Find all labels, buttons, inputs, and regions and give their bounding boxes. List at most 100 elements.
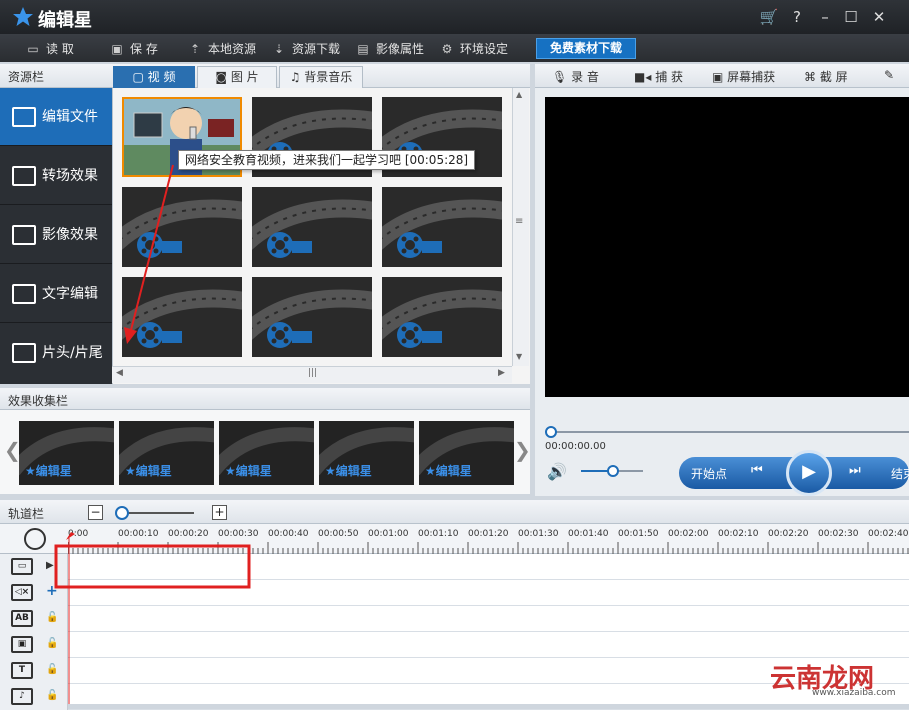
video-properties-button[interactable]: ▤ 影像属性 bbox=[356, 40, 424, 58]
unlock-icon[interactable]: 🔓 bbox=[46, 612, 58, 623]
film-reel-icon bbox=[252, 187, 372, 267]
cart-icon[interactable]: 🛒 bbox=[758, 6, 780, 28]
scroll-right-icon[interactable]: ❯ bbox=[514, 438, 531, 462]
text-track-icon[interactable]: T bbox=[11, 662, 33, 679]
ruler-tick-label: 00:01:10 bbox=[418, 529, 459, 539]
expand-icon[interactable]: ▶ bbox=[46, 560, 56, 571]
ruler-tick-label: 00:01:20 bbox=[468, 529, 509, 539]
volume-icon[interactable]: 🔊 bbox=[547, 462, 567, 481]
video-icon: ▢ bbox=[132, 70, 148, 84]
screen-capture-button[interactable]: ▣ 屏幕捕获 bbox=[712, 68, 775, 85]
ruler-tick-label: 00:01:30 bbox=[518, 529, 559, 539]
track-header: ▭ ▶ bbox=[0, 554, 68, 580]
timeline-ruler[interactable]: 0:00 00:00:10 00:00:20 00:00:30 00:00:40 00:0… bbox=[0, 524, 909, 554]
tab-video[interactable]: ▢ 视 频 bbox=[113, 66, 195, 88]
effect-thumbnail-label: ★编辑星 bbox=[125, 464, 172, 478]
end-point-button[interactable]: 结束点 bbox=[891, 465, 909, 482]
close-icon[interactable]: ✕ bbox=[868, 6, 890, 28]
volume-slider[interactable] bbox=[579, 464, 645, 478]
ruler-tick-label: 00:02:30 bbox=[818, 529, 859, 539]
minimize-icon[interactable]: – bbox=[814, 6, 836, 28]
video-thumbnail[interactable] bbox=[252, 277, 372, 357]
effect-thumbnail-label: ★编辑星 bbox=[225, 464, 272, 478]
tab-image[interactable]: ◙ 图 片 bbox=[197, 66, 277, 88]
ruler-tick-label: 00:00:40 bbox=[268, 529, 309, 539]
track-row[interactable]: AB 🔓 bbox=[0, 606, 909, 632]
folder-open-icon: ▭ bbox=[27, 42, 39, 56]
ruler-tick-label: 00:01:40 bbox=[568, 529, 609, 539]
music-track-icon[interactable]: ♪ bbox=[11, 688, 33, 705]
open-button[interactable]: ▭ 读 取 bbox=[26, 40, 74, 58]
zoom-out-button[interactable]: − bbox=[88, 505, 103, 520]
save-icon: ▣ bbox=[111, 42, 123, 56]
track-header: ◁× + bbox=[0, 580, 68, 606]
effect-thumbnail[interactable]: ★编辑星 bbox=[219, 421, 314, 485]
track-header: T 🔓 bbox=[0, 658, 68, 684]
track-row[interactable]: ▭ ▶ bbox=[0, 554, 909, 580]
film-reel-icon bbox=[382, 187, 502, 267]
unlock-icon[interactable]: 🔓 bbox=[46, 638, 58, 649]
track-header: AB 🔓 bbox=[0, 606, 68, 632]
effect-thumbnail[interactable]: ★编辑星 bbox=[19, 421, 114, 485]
sidebar-item-intro-outro[interactable]: 片头/片尾 bbox=[0, 324, 112, 382]
track-row[interactable]: ◁× + bbox=[0, 580, 909, 606]
effect-thumbnail-label: ★编辑星 bbox=[25, 464, 72, 478]
screenshot-button[interactable]: ⌘ 截 屏 bbox=[804, 68, 848, 85]
music-icon: ♫ bbox=[289, 70, 305, 84]
effect-thumbnail-label: ★编辑星 bbox=[325, 464, 372, 478]
audio-mute-icon[interactable]: ◁× bbox=[11, 584, 33, 601]
camera-icon: ◙ bbox=[215, 70, 231, 84]
prev-frame-icon[interactable]: ⏮ bbox=[751, 463, 763, 478]
local-resource-button[interactable]: ⇡ 本地资源 bbox=[188, 40, 256, 58]
effect-track-icon[interactable]: ▣ bbox=[11, 636, 33, 653]
next-frame-icon[interactable]: ⏭ bbox=[849, 463, 861, 478]
film-reel-icon bbox=[382, 277, 502, 357]
video-thumbnail[interactable] bbox=[382, 277, 502, 357]
video-track-icon[interactable]: ▭ bbox=[11, 558, 33, 575]
resource-panel-title: 资源栏 bbox=[8, 70, 45, 84]
ab-transition-track-icon[interactable]: AB bbox=[11, 610, 33, 627]
capture-button[interactable]: ■◂ 捕 获 bbox=[634, 68, 683, 85]
ruler-tick-label: 0:00 bbox=[68, 529, 89, 539]
help-icon[interactable]: ? bbox=[786, 6, 808, 28]
zoom-slider[interactable] bbox=[112, 504, 196, 522]
star-logo-icon bbox=[13, 7, 33, 26]
video-thumbnail[interactable] bbox=[122, 187, 242, 267]
effect-thumbnail[interactable]: ★编辑星 bbox=[319, 421, 414, 485]
effect-thumbnail[interactable]: ★编辑星 bbox=[119, 421, 214, 485]
video-thumbnail[interactable] bbox=[252, 187, 372, 267]
brush-button[interactable]: ✎ bbox=[884, 68, 894, 82]
sidebar-item-edit-file[interactable]: 编辑文件 bbox=[0, 88, 112, 146]
resource-download-button[interactable]: ⇣ 资源下载 bbox=[272, 40, 340, 58]
sidebar-item-transition[interactable]: 转场效果 bbox=[0, 147, 112, 205]
video-thumbnail[interactable] bbox=[382, 187, 502, 267]
ruler-tick-label: 00:00:20 bbox=[168, 529, 209, 539]
maximize-icon[interactable]: ☐ bbox=[840, 6, 862, 28]
settings-button[interactable]: ⚙ 环境设定 bbox=[440, 40, 508, 58]
play-icon[interactable]: ▶ bbox=[786, 450, 832, 496]
vertical-scrollbar[interactable]: ▲ ≡ ▼ bbox=[512, 88, 529, 366]
start-point-button[interactable]: 开始点 bbox=[691, 465, 727, 482]
sidebar-item-text-edit[interactable]: 文字编辑 bbox=[0, 265, 112, 323]
track-row[interactable]: ▣ 🔓 bbox=[0, 632, 909, 658]
zoom-in-button[interactable]: + bbox=[212, 505, 227, 520]
monitor-icon: ▣ bbox=[712, 70, 728, 84]
effect-thumbnail[interactable]: ★编辑星 bbox=[419, 421, 514, 485]
save-button[interactable]: ▣ 保 存 bbox=[110, 40, 158, 58]
ruler-tick-label: 00:00:50 bbox=[318, 529, 359, 539]
free-material-download-button[interactable]: 免费素材下载 bbox=[536, 38, 636, 59]
add-icon[interactable]: + bbox=[46, 583, 58, 599]
ruler-ticks bbox=[68, 542, 909, 554]
horizontal-scrollbar[interactable]: ◀ ||| ▶ bbox=[112, 366, 512, 383]
track-header: ♪ 🔓 bbox=[0, 684, 68, 710]
sidebar-item-image-effect[interactable]: 影像效果 bbox=[0, 206, 112, 264]
unlock-icon[interactable]: 🔓 bbox=[46, 664, 58, 675]
timecode: 00:00:00.00 bbox=[545, 441, 606, 452]
watermark-sub: www.xiazaiba.com bbox=[812, 688, 896, 698]
unlock-icon[interactable]: 🔓 bbox=[46, 690, 58, 701]
effects-collection-header bbox=[0, 388, 530, 410]
video-thumbnail[interactable] bbox=[122, 277, 242, 357]
record-audio-button[interactable]: 🎙 录 音 bbox=[552, 68, 599, 85]
tab-background-music[interactable]: ♫ 背景音乐 bbox=[279, 66, 363, 88]
effect-thumbnail-label: ★编辑星 bbox=[425, 464, 472, 478]
